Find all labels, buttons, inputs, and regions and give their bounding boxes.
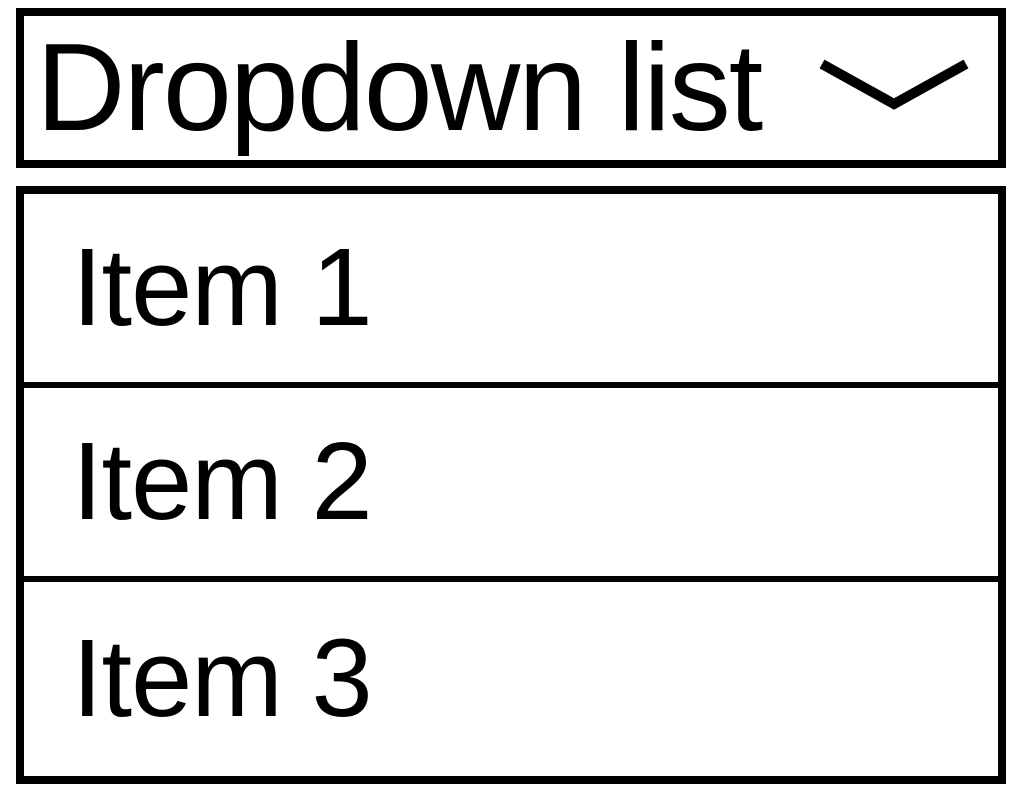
dropdown-item-label: Item 2 [72,427,372,537]
dropdown-item[interactable]: Item 1 [24,194,998,388]
chevron-down-icon [814,56,974,121]
dropdown-header[interactable]: Dropdown list [16,8,1006,168]
dropdown-item[interactable]: Item 3 [24,582,998,776]
dropdown-item-label: Item 3 [72,624,372,734]
dropdown-item[interactable]: Item 2 [24,388,998,582]
dropdown-list: Item 1 Item 2 Item 3 [16,186,1006,784]
dropdown-item-label: Item 1 [72,233,372,343]
dropdown-label: Dropdown list [36,26,761,150]
